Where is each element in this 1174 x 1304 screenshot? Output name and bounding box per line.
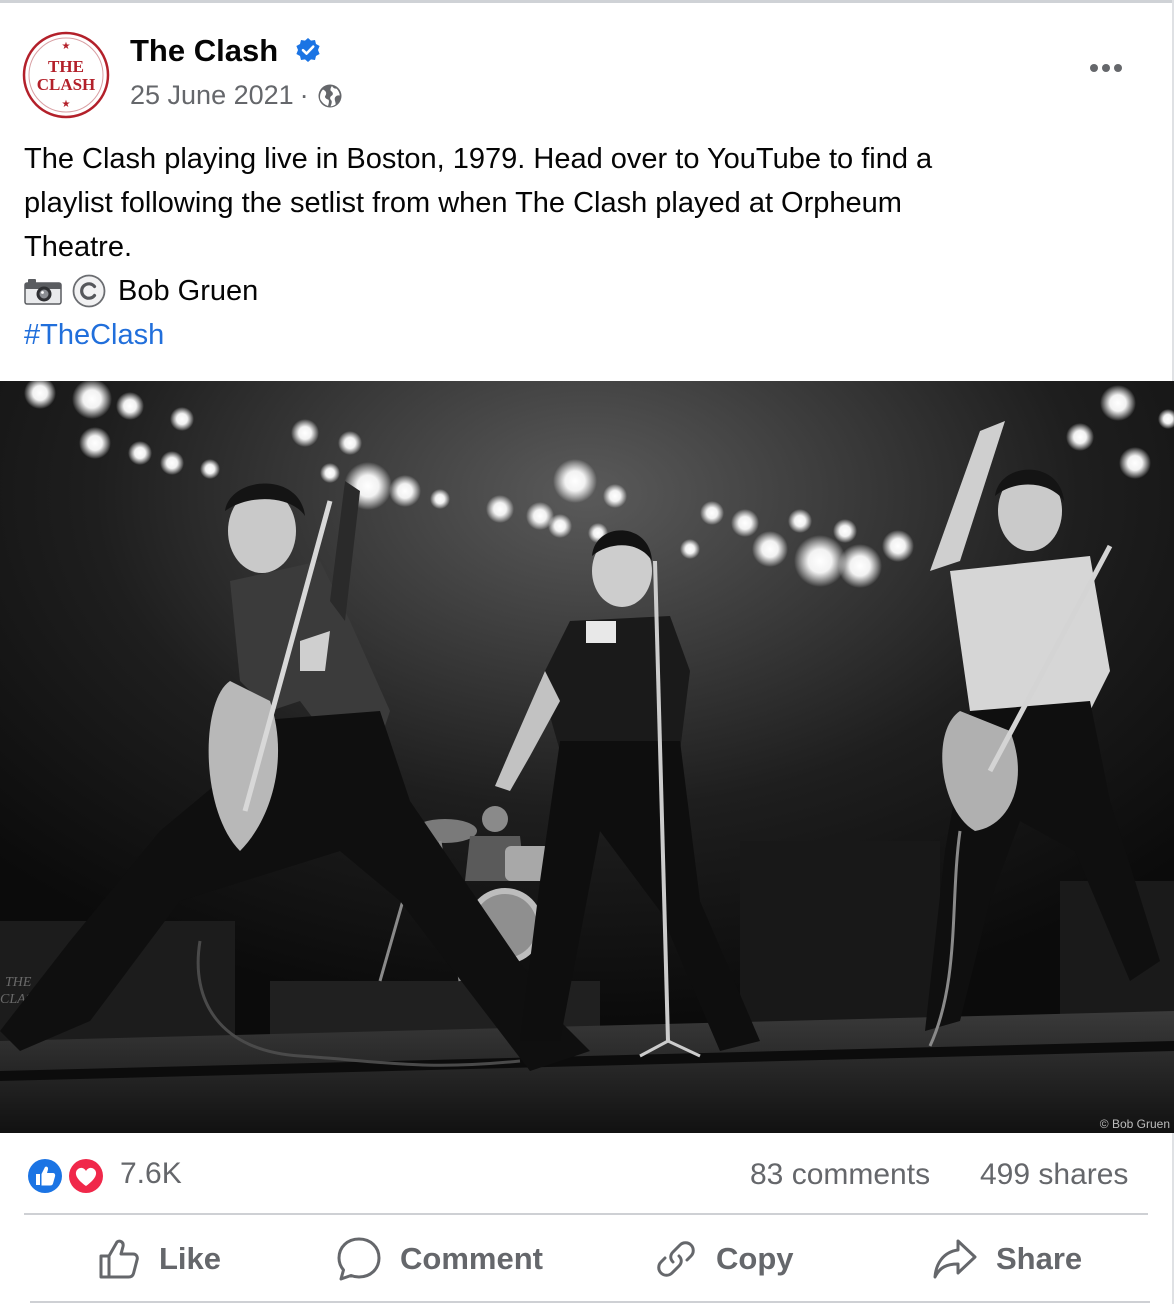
photo-overlay-credit: © Bob Gruen <box>1099 1117 1170 1131</box>
post-meta: 25 June 2021 · <box>130 80 343 111</box>
post-text: The Clash playing live in Boston, 1979. … <box>24 137 1134 357</box>
svg-text:★: ★ <box>62 99 71 110</box>
post-date[interactable]: 25 June 2021 <box>130 80 294 111</box>
reaction-icons[interactable] <box>24 1155 110 1197</box>
share-arrow-icon <box>933 1239 977 1279</box>
stats-divider <box>24 1213 1148 1215</box>
bottom-divider <box>30 1301 1150 1303</box>
avatar-line1: THE <box>48 57 84 76</box>
verified-badge-icon <box>295 37 321 63</box>
photo-credit-line: Bob Gruen <box>24 269 1134 313</box>
thumbs-up-icon <box>99 1239 139 1279</box>
globe-icon[interactable] <box>317 83 343 109</box>
link-icon <box>657 1241 695 1277</box>
reaction-count[interactable]: 7.6K <box>120 1157 182 1191</box>
share-label: Share <box>996 1241 1083 1276</box>
share-button[interactable]: Share <box>932 1232 1082 1286</box>
comment-bubble-icon <box>337 1237 381 1281</box>
comment-button[interactable]: Comment <box>336 1232 543 1286</box>
more-options-icon[interactable] <box>1086 58 1126 78</box>
post-text-line: Theatre. <box>24 231 132 263</box>
meta-separator: · <box>299 80 309 110</box>
post-photo[interactable]: THE CLASH © Bob Gruen <box>0 381 1174 1133</box>
page-avatar[interactable]: ★ THE CLASH ★ <box>22 31 110 119</box>
svg-text:★: ★ <box>62 41 71 52</box>
copyright-icon <box>72 274 106 308</box>
post-text-line: playlist following the setlist from when… <box>24 187 902 219</box>
shares-count[interactable]: 499 shares <box>980 1158 1128 1192</box>
avatar-line2: CLASH <box>37 75 96 94</box>
copy-button[interactable]: Copy <box>654 1232 794 1286</box>
camera-icon <box>24 279 62 305</box>
photographer-name: Bob Gruen <box>118 275 259 307</box>
post-text-line: The Clash playing live in Boston, 1979. … <box>24 143 933 175</box>
page-name[interactable]: The Clash <box>130 33 278 69</box>
stage-sign: THE <box>5 975 32 990</box>
love-reaction-icon <box>67 1157 105 1195</box>
comment-label: Comment <box>400 1241 543 1276</box>
comments-count[interactable]: 83 comments <box>750 1158 930 1192</box>
top-border <box>0 0 1174 3</box>
like-label: Like <box>159 1241 222 1276</box>
like-button[interactable]: Like <box>97 1232 221 1286</box>
hashtag-link[interactable]: #TheClash <box>24 313 1134 357</box>
like-reaction-icon <box>26 1157 64 1195</box>
copy-label: Copy <box>716 1241 794 1276</box>
concert-photo: THE CLASH <box>0 381 1174 1133</box>
